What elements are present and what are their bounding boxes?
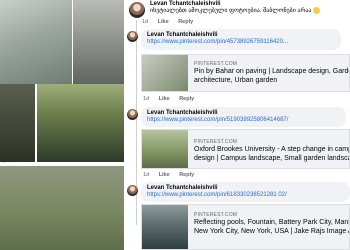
reply-time: 1d	[143, 96, 150, 102]
reply-author[interactable]: Levan Tchantchaleishvili	[147, 185, 344, 191]
collage-photo-fountain[interactable]	[0, 84, 35, 162]
comment-thread: Levan Tchantchaleishvili იხეტიალებთ ამოკ…	[124, 0, 350, 250]
emoji-icon	[313, 7, 321, 14]
link-title-line1: Oxford Brookes University - A step chang…	[194, 146, 350, 153]
reply-author[interactable]: Levan Tchantchaleishvili	[147, 32, 335, 38]
collage-photo-stone-steps[interactable]	[0, 166, 124, 250]
comment-actions: 1d Like Reply	[142, 19, 201, 25]
avatar[interactable]	[127, 185, 138, 196]
avatar[interactable]	[129, 2, 145, 18]
pinterest-link[interactable]: https://www.pinterest.com/pin/5190399258…	[147, 117, 340, 123]
link-preview-thumbnail	[142, 205, 188, 249]
collage-photo-bench[interactable]	[73, 0, 124, 84]
like-button[interactable]: Like	[159, 172, 170, 178]
comment-time: 1d	[142, 19, 149, 25]
reply-button[interactable]: Reply	[178, 19, 193, 25]
link-title-line2: architecture, Urban garden	[194, 77, 278, 84]
link-title-line1: Reflecting pools, Fountain, Battery Park…	[194, 219, 350, 226]
reply-bubble: Levan Tchantchaleishvili https://www.pin…	[141, 29, 341, 50]
collage-photo-water-channel[interactable]	[37, 84, 124, 162]
link-preview-card[interactable]: PINTEREST.COM Reflecting pools, Fountain…	[141, 204, 350, 250]
reply-bubble: Levan Tchantchaleishvili https://www.pin…	[141, 107, 346, 127]
reply-bubble: Levan Tchantchaleishvili https://www.pin…	[141, 182, 350, 202]
link-preview-thumbnail	[142, 130, 188, 168]
collage-photo-plaza[interactable]	[0, 0, 72, 84]
avatar[interactable]	[127, 31, 138, 42]
top-comment: Levan Tchantchaleishvili იხეტიალებთ ამოკ…	[150, 1, 321, 14]
photo-collage: — … … … …	[0, 0, 124, 250]
link-title-line2: design | Campus landscape, Small garden …	[194, 155, 350, 162]
link-title-line1: Pin by Bahar on paving | Landscape desig…	[194, 68, 350, 75]
like-button[interactable]: Like	[158, 19, 169, 25]
reply-actions: 1d Like Reply	[143, 96, 202, 102]
photo-caption: — … … … …	[2, 160, 21, 164]
link-preview-thumbnail	[142, 55, 188, 91]
link-preview-card[interactable]: PINTEREST.COM Pin by Bahar on paving | L…	[141, 54, 350, 92]
link-preview-card[interactable]: PINTEREST.COM Oxford Brookes University …	[141, 129, 350, 169]
reply-button[interactable]: Reply	[179, 172, 194, 178]
reply-actions: 1d Like Reply	[143, 172, 202, 178]
reply-time: 1d	[143, 172, 150, 178]
reply-button[interactable]: Reply	[179, 96, 194, 102]
comment-text: იხეტიალებთ ამოკლებული ფოტოებია. შაბლონებ…	[150, 7, 321, 14]
pinterest-link[interactable]: https://www.pinterest.com/pin/6183302385…	[147, 192, 344, 198]
pinterest-link[interactable]: https://www.pinterest.com/pin/4573892675…	[147, 39, 335, 45]
link-title-line2: New York City, New York, USA | Jake Rajs…	[194, 228, 350, 235]
like-button[interactable]: Like	[159, 96, 170, 102]
avatar[interactable]	[127, 109, 138, 120]
reply-author[interactable]: Levan Tchantchaleishvili	[147, 110, 340, 116]
